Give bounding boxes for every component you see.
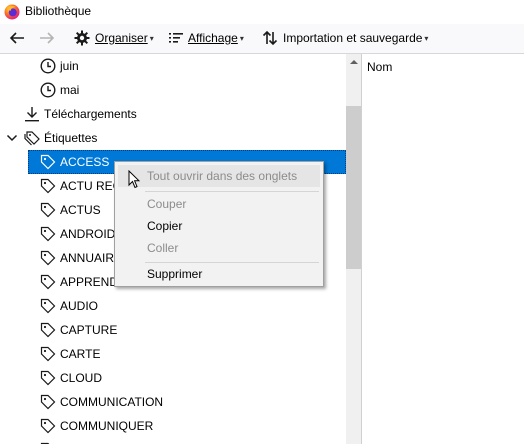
tag-icon [40, 418, 56, 434]
back-arrow-icon [9, 32, 24, 44]
vertical-scrollbar[interactable] [346, 54, 361, 444]
tag-icon [40, 226, 56, 242]
title-bar: Bibliothèque [0, 0, 524, 24]
back-button[interactable] [8, 28, 26, 48]
tree-item-label: ACTU REG [60, 179, 123, 193]
tree-item-capture[interactable]: CAPTURE [0, 318, 346, 342]
tree-item-label: juin [60, 59, 79, 73]
menu-item-delete[interactable]: Supprimer [118, 263, 320, 285]
tag-icon [40, 346, 56, 362]
tree-item-label: Étiquettes [44, 131, 98, 145]
tree-item-communiquer[interactable]: COMMUNIQUER [0, 414, 346, 438]
tag-icon [40, 274, 56, 290]
column-header-nom[interactable]: Nom [367, 60, 392, 74]
tree-item-partial [0, 438, 346, 444]
tree-item-label: Téléchargements [44, 107, 137, 121]
tree-item-label: mai [60, 83, 80, 97]
mouse-pointer-icon [128, 170, 140, 189]
import-export-icon [262, 30, 278, 46]
tag-icon [40, 178, 56, 194]
tree-item-carte[interactable]: CARTE [0, 342, 346, 366]
clock-icon [40, 82, 56, 98]
chevron-down-icon: ▾ [424, 33, 429, 43]
tree-item-label: ACTUS [60, 203, 101, 217]
menu-item-open-all-in-tabs[interactable]: Tout ouvrir dans des onglets [118, 165, 320, 187]
firefox-logo-icon [4, 4, 20, 20]
import-backup-button[interactable]: Importation et sauvegarde ▾ [262, 28, 428, 48]
menu-item-label: Supprimer [147, 267, 203, 281]
tree-item-label: ACCESS [60, 155, 110, 169]
chevron-down-icon: ▾ [239, 33, 244, 43]
scroll-up-arrow-icon[interactable] [350, 60, 358, 64]
menu-item-paste[interactable]: Coller [118, 237, 320, 259]
menu-item-label: Tout ouvrir dans des onglets [147, 169, 298, 183]
menu-item-label: Couper [147, 197, 187, 211]
tree-item-label: CLOUD [60, 371, 103, 385]
list-view-icon [169, 33, 183, 43]
window-title: Bibliothèque [25, 4, 92, 18]
tree-item-mai[interactable]: mai [0, 78, 346, 102]
tree-item-cloud[interactable]: CLOUD [0, 366, 346, 390]
gear-icon [74, 30, 90, 46]
chevron-down-icon[interactable] [6, 130, 18, 146]
scrollbar-thumb[interactable] [346, 106, 361, 269]
forward-button[interactable] [38, 28, 56, 48]
tree-item-label: APPREND [60, 275, 119, 289]
details-pane: Nom [362, 54, 524, 444]
tree-item-label: COMMUNICATION [60, 395, 164, 409]
organiser-label: Organiser [95, 31, 148, 45]
tree-item-label: AUDIO [60, 299, 99, 313]
menu-item-cut[interactable]: Couper [118, 193, 320, 215]
tree-item-communication[interactable]: COMMUNICATION [0, 390, 346, 414]
affichage-label: Affichage [188, 31, 238, 45]
download-icon [25, 107, 39, 122]
tree-item-juin[interactable]: juin [0, 54, 346, 78]
affichage-button[interactable]: Affichage ▾ [168, 28, 244, 48]
tree-item-label: ANDROID [60, 227, 116, 241]
menu-item-label: Copier [147, 219, 183, 233]
tree-item-label: COMMUNIQUER [60, 419, 154, 433]
tag-icon [40, 322, 56, 338]
tree-item-label: ANNUAIR [60, 251, 115, 265]
menu-separator [145, 191, 319, 192]
tag-icon [40, 370, 56, 386]
tree-item-telechargements[interactable]: Téléchargements [0, 102, 346, 126]
toolbar: Organiser ▾ Affichage ▾ Importation et s… [0, 24, 524, 54]
tree-item-label: CARTE [60, 347, 101, 361]
forward-arrow-icon [40, 32, 55, 44]
tag-icon [40, 202, 56, 218]
organiser-button[interactable]: Organiser ▾ [74, 28, 154, 48]
tags-icon [24, 131, 40, 146]
tag-icon [40, 298, 56, 314]
import-backup-label: Importation et sauvegarde [283, 31, 423, 45]
menu-item-label: Coller [147, 241, 179, 255]
context-menu: Tout ouvrir dans des onglets Couper Copi… [114, 161, 324, 287]
clock-icon [40, 58, 56, 74]
tag-icon [40, 394, 56, 410]
tree-item-label: CAPTURE [60, 323, 118, 337]
tree-item-etiquettes[interactable]: Étiquettes [0, 126, 346, 150]
chevron-down-icon: ▾ [149, 33, 154, 43]
tag-icon [40, 250, 56, 266]
tag-icon [40, 154, 56, 170]
menu-item-copy[interactable]: Copier [118, 215, 320, 237]
tree-item-audio[interactable]: AUDIO [0, 294, 346, 318]
